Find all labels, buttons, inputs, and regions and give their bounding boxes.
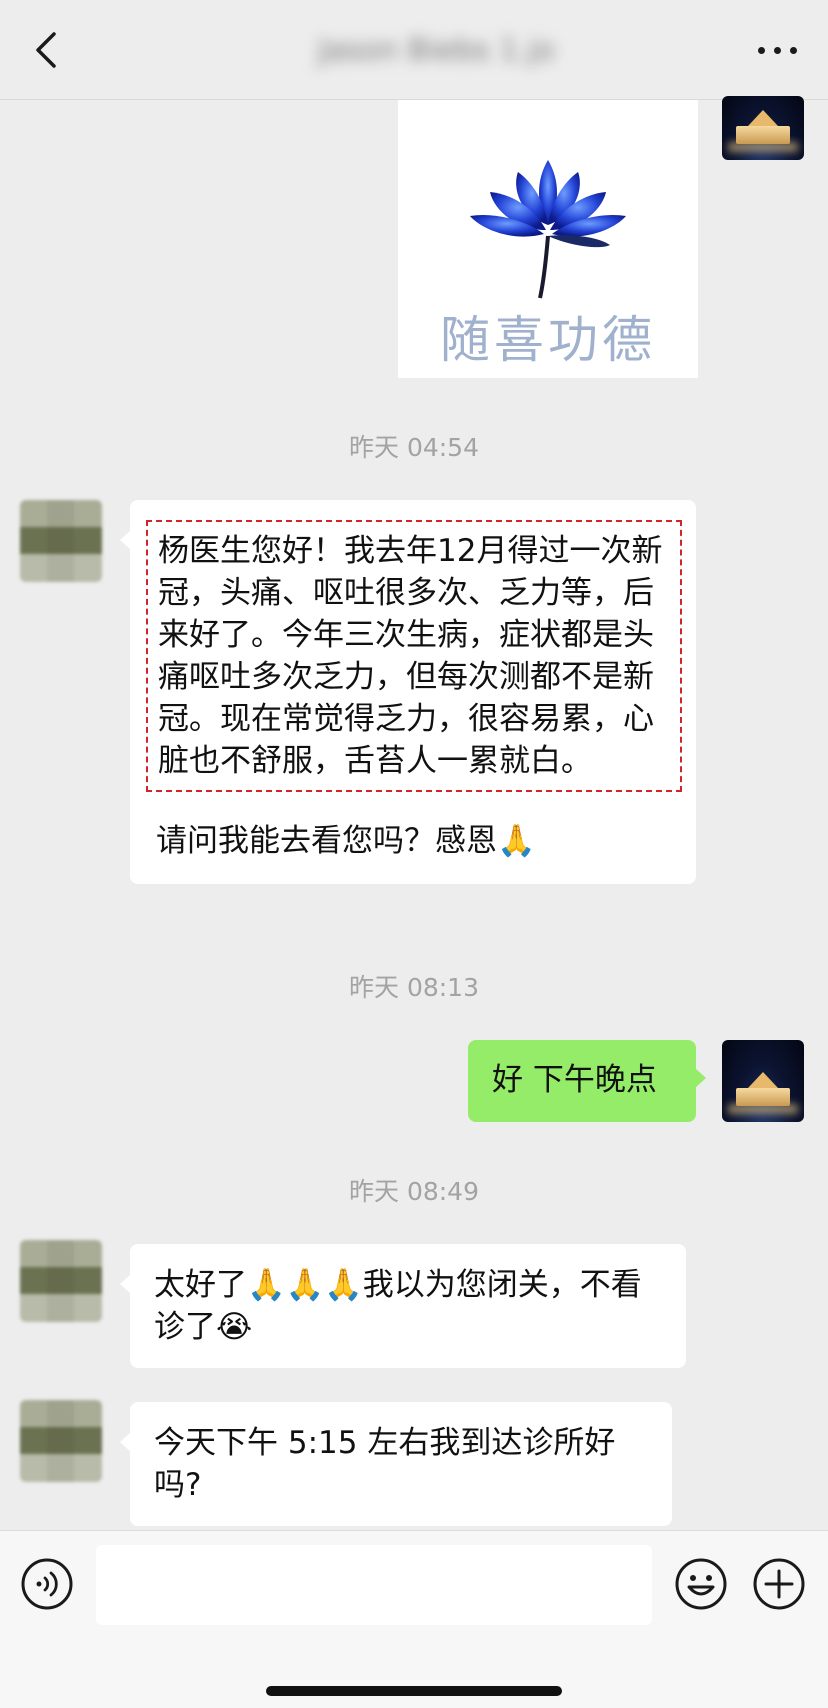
timestamp: 昨天 08:49 (349, 1177, 479, 1206)
input-bar (0, 1530, 828, 1708)
lotus-image (470, 160, 626, 299)
message-bubble[interactable]: 太好了🙏🙏🙏我以为您闭关，不看诊了😭 (120, 1244, 686, 1368)
avatar[interactable] (20, 1240, 102, 1322)
voice-icon[interactable] (20, 1557, 74, 1611)
message-input[interactable] (96, 1545, 652, 1625)
message-text: 今天下午 5:15 左右我到达诊所好吗? (154, 1425, 616, 1503)
message-text: 请问我能去看您吗？感恩🙏 (156, 823, 536, 859)
message-bubble[interactable]: 杨医生您好！我去年12月得过一次新冠，头痛、呕吐很多次、乏力等，后来好了。今年三… (120, 500, 696, 884)
back-icon[interactable] (28, 30, 68, 70)
message-bubble[interactable]: 今天下午 5:15 左右我到达诊所好吗? (120, 1402, 672, 1526)
image-caption: 随喜功德 (440, 311, 656, 369)
more-icon[interactable] (756, 40, 800, 60)
home-indicator (266, 1686, 562, 1696)
plus-icon[interactable] (752, 1557, 806, 1611)
message-bubble[interactable]: 好 下午晚点 (468, 1040, 706, 1122)
highlighted-text: 杨医生您好！我去年12月得过一次新冠，头痛、呕吐很多次、乏力等，后来好了。今年三… (146, 520, 682, 792)
timestamp: 昨天 04:54 (349, 433, 479, 462)
message-text: 好 下午晚点 (492, 1062, 657, 1098)
timestamp: 昨天 08:13 (349, 973, 479, 1002)
avatar[interactable] (722, 1040, 804, 1122)
image-message[interactable]: 随喜功德 (398, 100, 698, 378)
avatar[interactable] (20, 1400, 102, 1482)
avatar[interactable] (722, 96, 804, 160)
emoji-icon[interactable] (674, 1557, 728, 1611)
chat-title: Jason Biebs 1.jo (318, 33, 555, 68)
avatar[interactable] (20, 500, 102, 582)
message-text: 太好了🙏🙏🙏我以为您闭关，不看诊了😭 (154, 1267, 642, 1345)
chat-header: Jason Biebs 1.jo (0, 0, 828, 100)
